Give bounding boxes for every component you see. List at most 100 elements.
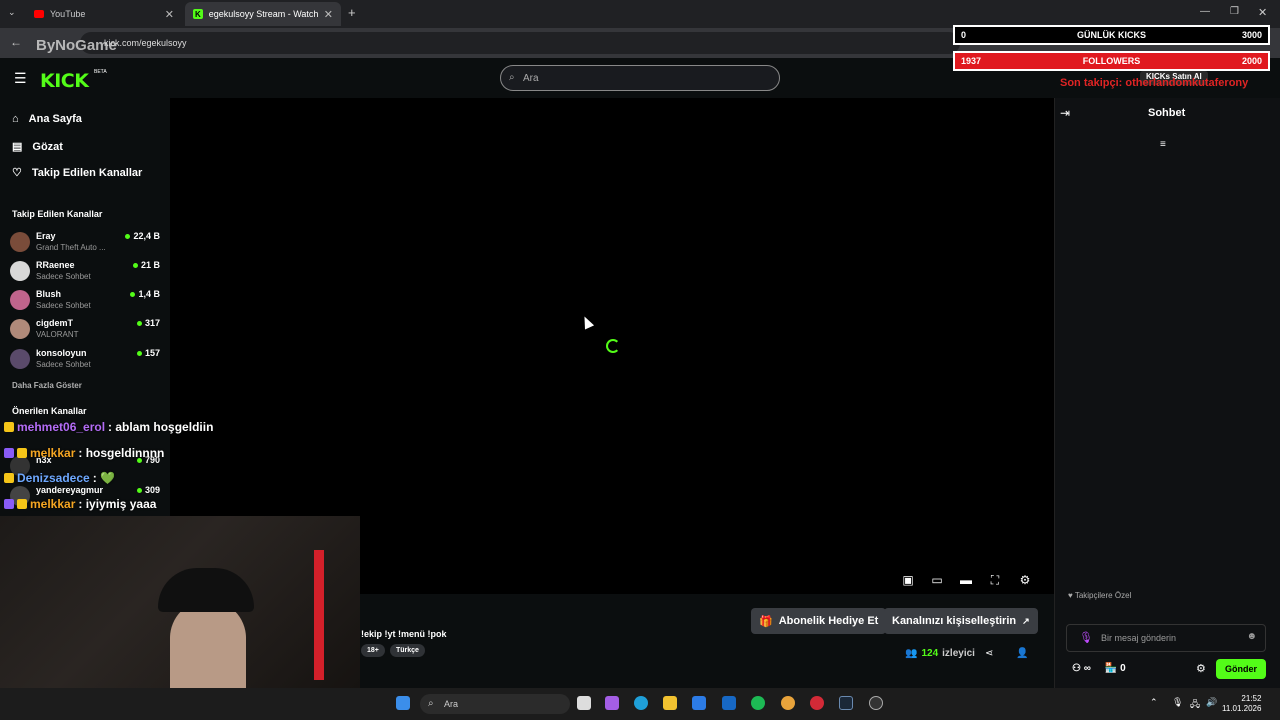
- channel-name: yandereyagmur: [36, 485, 104, 495]
- button-label: Abonelik Hediye Et: [778, 615, 879, 627]
- tag-age[interactable]: 18+: [361, 644, 385, 657]
- tab-youtube[interactable]: YouTube ✕: [26, 2, 182, 26]
- overlay-chat-message: melkkar : iyiymiş yaaa: [4, 497, 156, 511]
- followers-label: FOLLOWERS: [1082, 56, 1141, 66]
- chat-message-input[interactable]: 🎙 Bir mesaj gönderin ☻: [1066, 624, 1266, 652]
- kicks-label: GÜNLÜK KICKS: [1077, 30, 1146, 40]
- chat-text: : 💚: [92, 471, 115, 485]
- volume-icon[interactable]: 🔊: [1206, 697, 1217, 708]
- spotify-icon[interactable]: [751, 696, 765, 710]
- outlook-icon[interactable]: [722, 696, 736, 710]
- customize-channel-button[interactable]: Kanalınızı kişiselleştirin ↗: [884, 608, 1038, 634]
- new-tab-button[interactable]: +: [348, 5, 356, 20]
- copilot-icon[interactable]: [605, 696, 619, 710]
- gift-icon: 🎁: [759, 615, 773, 628]
- nav-home[interactable]: ⌂ Ana Sayfa: [12, 113, 82, 125]
- restore-icon[interactable]: ❐: [1230, 6, 1239, 17]
- emoji-icon[interactable]: ☻: [1246, 631, 1257, 642]
- store-icon[interactable]: 🏪 0: [1105, 663, 1126, 674]
- theater-mode-icon[interactable]: ▭: [930, 573, 944, 587]
- tab-list-chevron-icon[interactable]: ⌄: [8, 7, 16, 18]
- fullscreen-icon[interactable]: ⛶: [988, 573, 1002, 587]
- kick-logo[interactable]: KICK: [40, 70, 89, 92]
- channel-category: Sadece Sohbet: [36, 272, 91, 281]
- moderator-badge-icon: [4, 499, 14, 509]
- share-icon[interactable]: ⋖: [985, 648, 993, 659]
- followers-goal-value: 2000: [1241, 56, 1262, 66]
- network-icon[interactable]: 🖧: [1190, 697, 1200, 713]
- viewer-count: 22,4 B: [125, 231, 160, 241]
- avatar: [10, 290, 30, 310]
- follow-user-icon[interactable]: 👤: [1016, 648, 1028, 659]
- followed-channel[interactable]: Eray Grand Theft Auto ... 22,4 B: [10, 229, 160, 255]
- followed-channel[interactable]: Blush Sadece Sohbet 1,4 B: [10, 287, 160, 313]
- close-window-icon[interactable]: ✕: [1258, 6, 1267, 19]
- chat-text: : hosgeldinnnn: [78, 446, 165, 460]
- bynogame-watermark-logo: ByNoGame: [36, 37, 117, 54]
- viewer-count: 317: [136, 318, 160, 328]
- tab-close-icon[interactable]: ✕: [324, 8, 333, 21]
- task-view-icon[interactable]: [577, 696, 591, 710]
- nav-following[interactable]: ♡ Takip Edilen Kanallar: [12, 166, 142, 180]
- microphone-tray-icon[interactable]: 🎙: [1172, 697, 1183, 708]
- overlay-chat-message: melkkar : hosgeldinnnn: [4, 446, 164, 460]
- channel-name: Blush: [36, 289, 62, 299]
- clock-date: 11.01.2026: [1222, 704, 1262, 713]
- live-dot-icon: [132, 262, 138, 268]
- collapse-chat-icon[interactable]: ⇥: [1060, 106, 1070, 120]
- search-icon: ⌕: [428, 698, 434, 709]
- avatar: [10, 349, 30, 369]
- live-dot-icon: [136, 320, 142, 326]
- followed-channels-title: Takip Edilen Kanallar: [12, 209, 103, 219]
- chat-toolbar: ⚇ ∞ 🏪 0: [1072, 663, 1126, 674]
- tag-language[interactable]: Türkçe: [390, 644, 425, 657]
- taskbar-search-label: Ara: [444, 699, 459, 709]
- viewer-count: 21 B: [132, 260, 160, 270]
- followed-channel[interactable]: RRaenee Sadece Sohbet 21 B: [10, 258, 160, 284]
- gift-subscription-button[interactable]: 🎁 Abonelik Hediye Et: [751, 608, 887, 634]
- browse-icon: ▤: [12, 141, 23, 153]
- chat-placeholder: Bir mesaj gönderin: [1101, 633, 1177, 643]
- taskbar-search[interactable]: ⌕ Ara: [420, 694, 570, 714]
- minimize-icon[interactable]: —: [1200, 6, 1210, 17]
- settings-gear-icon[interactable]: ⚙: [1018, 573, 1032, 587]
- nav-browse[interactable]: ▤ Gözat: [12, 140, 63, 154]
- menu-icon[interactable]: ☰: [14, 70, 27, 87]
- edge-icon[interactable]: [634, 696, 648, 710]
- show-more-link[interactable]: Daha Fazla Göster: [12, 381, 82, 390]
- microphone-icon[interactable]: 🎙: [1079, 631, 1093, 644]
- mini-player-icon[interactable]: ▣: [901, 573, 915, 587]
- viewer-count: 1,4 B: [130, 289, 160, 299]
- followed-channel[interactable]: cigdemT VALORANT 317: [10, 316, 160, 342]
- live-dot-icon: [125, 233, 131, 239]
- tab-kick[interactable]: K egekulsoyy Stream - Watch Live ✕: [185, 2, 341, 26]
- search-input[interactable]: ⌕ Ara: [500, 65, 780, 91]
- channel-name: cigdemT: [36, 318, 74, 328]
- store-app-icon[interactable]: [692, 696, 706, 710]
- tab-close-icon[interactable]: ✕: [165, 8, 174, 21]
- chrome-icon[interactable]: [781, 696, 795, 710]
- taskbar-clock[interactable]: 21:52 11.01.2026: [1222, 694, 1261, 714]
- avatar: [10, 261, 30, 281]
- webcam-red-light: [314, 550, 324, 680]
- chat-username: mehmet06_erol: [17, 420, 106, 434]
- send-button[interactable]: Gönder: [1216, 659, 1266, 679]
- wide-mode-icon[interactable]: ▬: [959, 573, 973, 587]
- heart-icon: ♡: [12, 167, 22, 179]
- points-icon[interactable]: ⚇ ∞: [1072, 663, 1091, 674]
- followed-channel[interactable]: konsoloyun Sadece Sohbet 157: [10, 346, 160, 372]
- url-field[interactable]: kick.com/egekulsoyy: [80, 32, 960, 54]
- back-icon[interactable]: ←: [10, 35, 22, 49]
- chat-title: Sohbet: [1148, 107, 1186, 119]
- viewer-counter: 👥 124 izleyici: [905, 648, 975, 659]
- avatar: [10, 319, 30, 339]
- kicks-goal: 3000: [1241, 30, 1262, 40]
- game-app-icon[interactable]: [810, 696, 824, 710]
- steam-icon[interactable]: [839, 696, 853, 710]
- obs-icon[interactable]: [869, 696, 883, 710]
- tray-chevron-icon[interactable]: ⌃: [1150, 697, 1158, 708]
- file-explorer-icon[interactable]: [663, 696, 677, 710]
- chat-settings-gear-icon[interactable]: ⚙: [1196, 662, 1206, 675]
- windows-start-icon[interactable]: [396, 696, 410, 710]
- chat-filter-icon[interactable]: ≡: [1160, 139, 1166, 150]
